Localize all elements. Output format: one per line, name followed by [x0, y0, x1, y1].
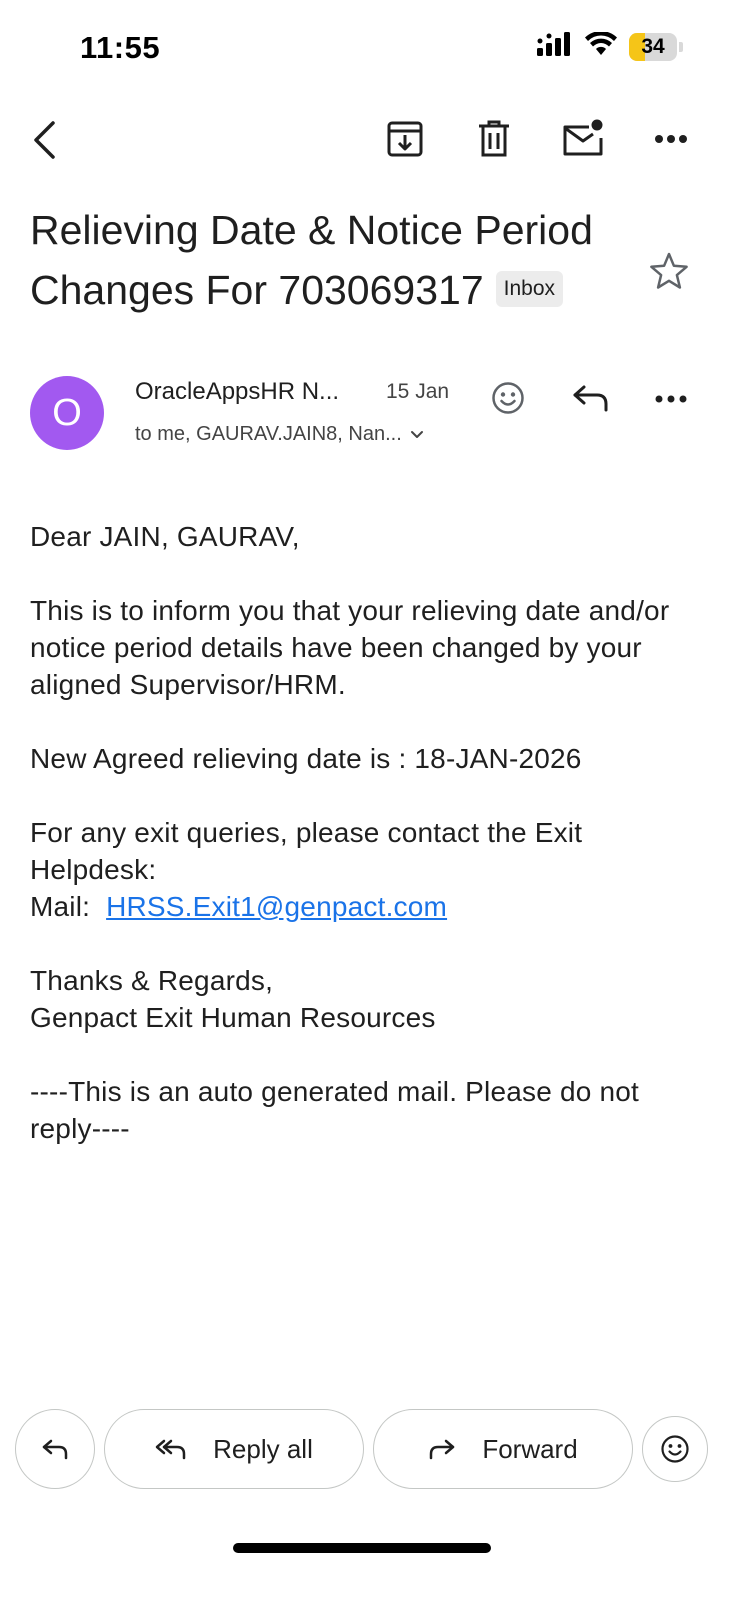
- bottom-reaction-button[interactable]: [642, 1416, 708, 1482]
- reply-all-icon: [155, 1439, 186, 1460]
- add-reaction-button[interactable]: [490, 380, 526, 416]
- sender-name[interactable]: OracleAppsHR N...: [135, 378, 365, 406]
- relieving-date-line: New Agreed relieving date is : 18-JAN-20…: [30, 743, 582, 774]
- footer-note: ----This is an auto generated mail. Plea…: [30, 1076, 639, 1144]
- inbox-label[interactable]: Inbox: [495, 271, 563, 308]
- mail-label: Mail:: [30, 891, 91, 922]
- contact-line: For any exit queries, please contact the…: [30, 817, 583, 885]
- status-icons: 34: [537, 31, 683, 61]
- signal-icon: [537, 32, 573, 61]
- sender-avatar[interactable]: O: [30, 376, 104, 450]
- status-time: 11:55: [80, 30, 161, 65]
- reply-icon: [42, 1439, 68, 1460]
- reply-all-label: Reply all: [213, 1433, 313, 1464]
- mark-unread-button[interactable]: [560, 116, 606, 160]
- trash-icon: [479, 120, 509, 157]
- back-arrow-icon: [34, 121, 55, 159]
- more-horizontal-icon: [655, 135, 687, 143]
- recipients-text: to me, GAURAV.JAIN8, Nan...: [135, 423, 402, 445]
- bottom-reply-button[interactable]: [15, 1409, 95, 1489]
- home-indicator[interactable]: [233, 1543, 491, 1553]
- chevron-down-icon: [410, 430, 423, 438]
- battery-level: 34: [641, 34, 665, 58]
- archive-button[interactable]: [384, 118, 426, 160]
- sign-off: Thanks & Regards,: [30, 965, 274, 996]
- message-more-button[interactable]: [652, 386, 690, 412]
- more-options-button[interactable]: [652, 126, 690, 152]
- smiley-icon: [661, 1435, 689, 1463]
- email-date: 15 Jan: [386, 380, 450, 403]
- helpdesk-email-link[interactable]: HRSS.Exit1@genpact.com: [106, 891, 447, 922]
- smiley-icon: [492, 382, 524, 414]
- mail-unread-icon: [563, 119, 603, 156]
- star-icon: [650, 252, 688, 289]
- battery-icon: 34: [629, 32, 683, 61]
- signature-block: Thanks & Regards, Genpact Exit Human Res…: [30, 962, 710, 1036]
- signature: Genpact Exit Human Resources: [30, 1002, 436, 1033]
- reply-icon: [573, 385, 608, 412]
- delete-button[interactable]: [473, 118, 515, 160]
- wifi-icon: [585, 31, 617, 61]
- archive-icon: [387, 121, 423, 157]
- reply-button[interactable]: [570, 380, 612, 416]
- forward-label: Forward: [482, 1433, 578, 1464]
- email-body: Dear JAIN, GAURAV, This is to inform you…: [30, 518, 710, 1184]
- reply-all-button[interactable]: Reply all: [104, 1409, 364, 1489]
- forward-icon: [430, 1439, 455, 1460]
- star-button[interactable]: [648, 250, 690, 292]
- recipients-toggle[interactable]: to me, GAURAV.JAIN8, Nan...: [135, 423, 424, 446]
- contact-paragraph: For any exit queries, please contact the…: [30, 814, 710, 925]
- body-paragraph: This is to inform you that your relievin…: [30, 595, 670, 700]
- forward-button[interactable]: Forward: [373, 1409, 633, 1489]
- email-subject: Relieving Date & Notice Period Changes F…: [30, 200, 630, 320]
- more-horizontal-icon: [655, 395, 687, 403]
- back-button[interactable]: [22, 116, 66, 164]
- greeting: Dear JAIN, GAURAV,: [30, 521, 300, 552]
